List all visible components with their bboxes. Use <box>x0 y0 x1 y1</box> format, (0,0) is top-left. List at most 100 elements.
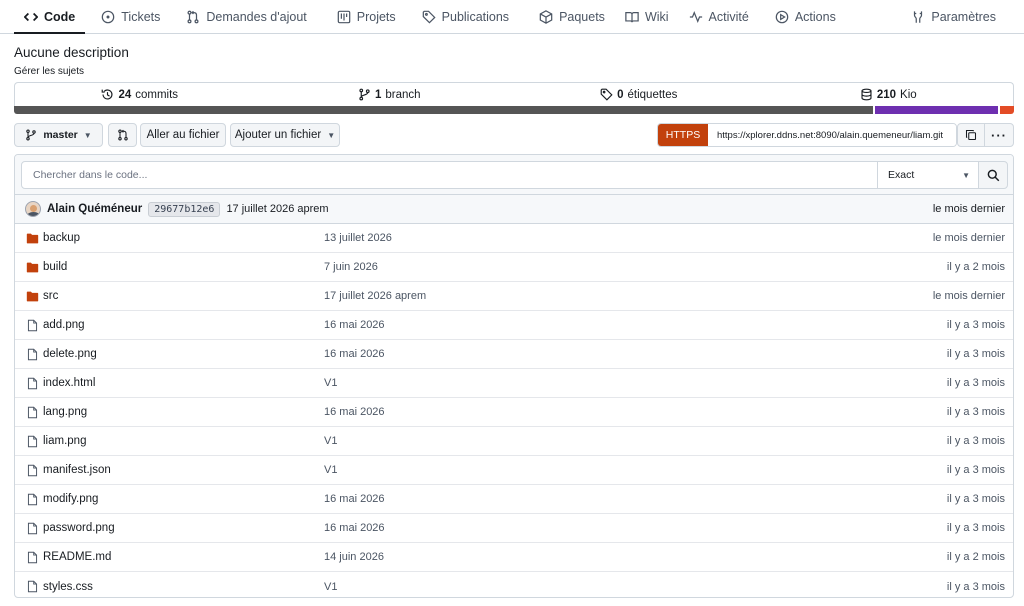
file-commit-message[interactable]: 16 mai 2026 <box>324 493 385 505</box>
clone-protocol-button[interactable]: HTTPS <box>658 124 708 146</box>
tab-wiki[interactable]: Wiki <box>615 0 679 33</box>
more-options-button[interactable]: ··· <box>984 123 1014 147</box>
tab-publications[interactable]: Publications <box>412 0 519 33</box>
file-row: add.png 16 mai 2026 il y a 3 mois <box>15 311 1013 340</box>
manage-topics-link[interactable]: Gérer les sujets <box>14 66 84 77</box>
size-stat: 210 Kio <box>764 83 1014 106</box>
go-to-file-button[interactable]: Aller au fichier <box>140 123 226 147</box>
file-name-link[interactable]: build <box>43 261 67 273</box>
file-icon <box>27 493 38 506</box>
file-commit-time: il y a 3 mois <box>946 319 1005 331</box>
file-name-link[interactable]: liam.png <box>43 435 86 447</box>
file-name-link[interactable]: password.png <box>43 522 115 534</box>
pull-request-icon <box>187 10 199 23</box>
commit-sha[interactable]: 29677b12e6 <box>148 201 221 217</box>
avatar[interactable] <box>25 201 41 217</box>
file-icon <box>27 377 38 390</box>
tab-tickets-label: Tickets <box>121 9 161 24</box>
tab-pull-requests[interactable]: Demandes d'ajout <box>176 0 316 33</box>
book-icon <box>625 11 639 22</box>
file-row: README.md 14 juin 2026 il y a 2 mois <box>15 543 1013 572</box>
file-commit-message[interactable]: V1 <box>324 464 337 476</box>
code-search-input[interactable]: Chercher dans le code... <box>21 161 879 189</box>
chevron-down-icon: ▼ <box>327 130 336 140</box>
folder-icon <box>26 262 39 273</box>
tab-projects[interactable]: Projets <box>327 0 406 33</box>
tab-settings[interactable]: Paramètres <box>901 0 1006 34</box>
file-name-link[interactable]: delete.png <box>43 348 97 360</box>
file-commit-message[interactable]: 17 juillet 2026 aprem <box>324 290 426 302</box>
tab-tickets[interactable]: Tickets <box>91 0 170 33</box>
file-icon <box>27 435 38 448</box>
file-commit-message[interactable]: 13 juillet 2026 <box>324 232 392 244</box>
language-bar-segment[interactable] <box>14 106 873 114</box>
file-commit-message[interactable]: 14 juin 2026 <box>324 551 384 563</box>
file-commit-message[interactable]: 7 juin 2026 <box>324 261 378 273</box>
copy-url-button[interactable] <box>957 123 985 147</box>
add-file-button[interactable]: Ajouter un fichier ▼ <box>230 123 340 147</box>
file-icon <box>27 348 38 361</box>
search-icon <box>987 169 999 181</box>
file-commit-message[interactable]: V1 <box>324 435 337 447</box>
latest-commit-row: Alain Quéméneur 29677b12e6 17 juillet 20… <box>15 195 1013 224</box>
language-bar-segment[interactable] <box>874 106 999 114</box>
file-commit-message[interactable]: 16 mai 2026 <box>324 406 385 418</box>
file-commit-message[interactable]: 16 mai 2026 <box>324 348 385 360</box>
file-commit-message[interactable]: 16 mai 2026 <box>324 319 385 331</box>
tab-wiki-label: Wiki <box>644 9 669 24</box>
file-name-link[interactable]: modify.png <box>43 493 98 505</box>
branch-icon <box>26 129 37 141</box>
size-unit: Kio <box>900 88 917 101</box>
language-bar-segment[interactable] <box>1000 106 1014 114</box>
file-name-link[interactable]: lang.png <box>43 406 87 418</box>
tags-stat[interactable]: 0 étiquettes <box>514 83 764 106</box>
play-icon <box>775 10 789 23</box>
branch-selector[interactable]: master ▼ <box>14 123 103 147</box>
history-icon <box>102 89 113 100</box>
commit-author[interactable]: Alain Quéméneur <box>47 203 142 215</box>
file-row: index.html V1 il y a 3 mois <box>15 369 1013 398</box>
compare-button[interactable] <box>108 123 137 147</box>
search-mode-select[interactable]: Exact ▼ <box>877 161 979 189</box>
branches-stat[interactable]: 1 branch <box>265 83 515 106</box>
file-name-link[interactable]: backup <box>43 232 80 244</box>
file-rows: backup 13 juillet 2026 le mois dernier buil… <box>15 224 1013 597</box>
commit-message[interactable]: 17 juillet 2026 aprem <box>226 203 328 215</box>
file-icon <box>27 406 38 419</box>
file-commit-time: il y a 3 mois <box>946 348 1005 360</box>
file-commit-message[interactable]: 16 mai 2026 <box>324 522 385 534</box>
search-button[interactable] <box>978 161 1008 189</box>
file-commit-time: il y a 3 mois <box>946 493 1005 505</box>
clone-url-field[interactable]: https://xplorer.ddns.net:8090/alain.quem… <box>708 124 956 146</box>
branch-count: 1 <box>374 88 382 101</box>
file-commit-message[interactable]: V1 <box>324 377 337 389</box>
issue-icon <box>101 10 115 23</box>
branch-name: master <box>43 129 78 141</box>
language-bar[interactable] <box>14 106 1014 114</box>
tab-code[interactable]: Code <box>14 0 86 34</box>
commits-count: 24 <box>118 88 132 101</box>
file-commit-message[interactable]: V1 <box>324 581 337 593</box>
file-list: Chercher dans le code... Exact ▼ Alain Q… <box>14 154 1014 598</box>
kebab-horizontal-icon: ··· <box>991 127 1007 143</box>
file-commit-time: il y a 3 mois <box>946 522 1005 534</box>
size-value: 210 <box>876 88 897 101</box>
file-commit-time: il y a 3 mois <box>946 464 1005 476</box>
file-name-link[interactable]: add.png <box>43 319 85 331</box>
file-name-link[interactable]: styles.css <box>43 581 93 593</box>
tab-actions[interactable]: Actions <box>765 0 846 33</box>
file-name-link[interactable]: src <box>43 290 58 302</box>
commits-stat[interactable]: 24 commits <box>15 83 265 106</box>
tab-activity[interactable]: Activité <box>679 0 759 33</box>
file-icon <box>27 580 38 593</box>
tab-packages[interactable]: Paquets <box>529 0 615 33</box>
tag-icon <box>422 10 436 24</box>
file-name-link[interactable]: index.html <box>43 377 95 389</box>
file-name-link[interactable]: README.md <box>43 551 111 563</box>
tags-label: étiquettes <box>627 88 678 101</box>
file-name-link[interactable]: manifest.json <box>43 464 111 476</box>
settings-icon <box>914 11 923 23</box>
repo-tabs: Code Tickets Demandes d'ajout Projets Pu… <box>0 0 1024 34</box>
tab-actions-label: Actions <box>794 9 836 24</box>
add-file-label: Ajouter un fichier <box>234 129 322 141</box>
